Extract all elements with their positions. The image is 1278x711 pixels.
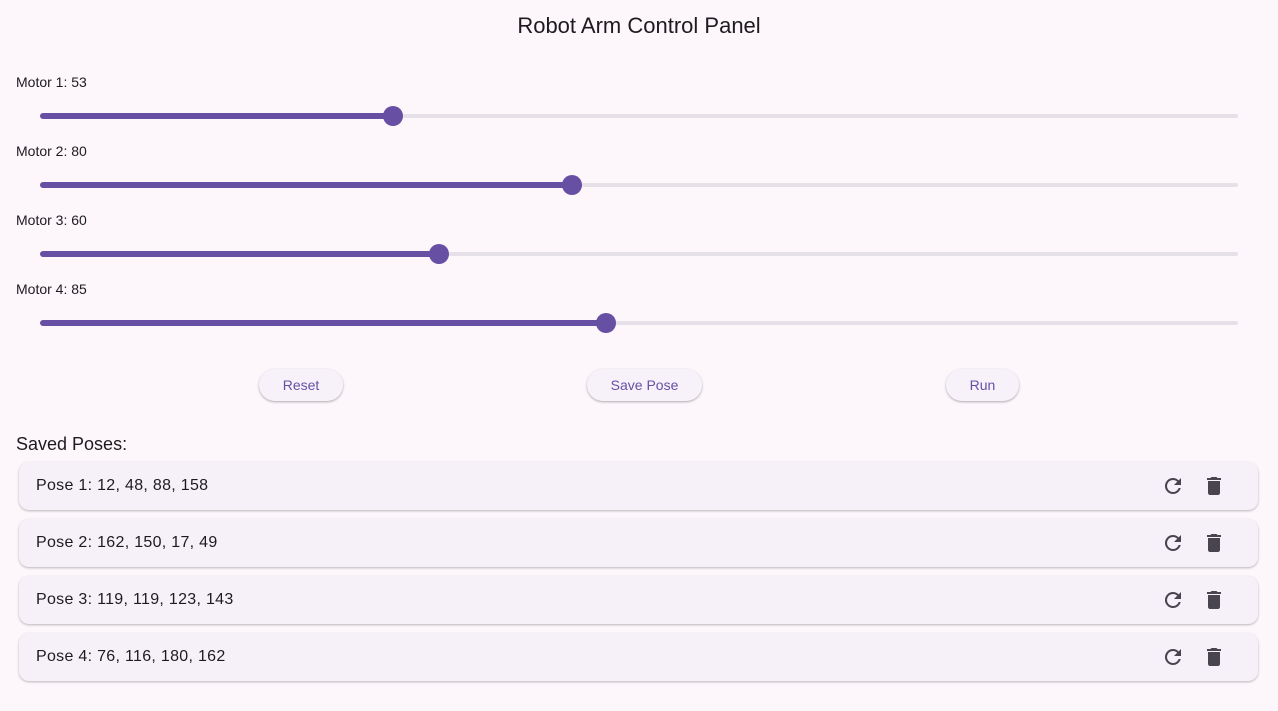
pose-text: Pose 4: 76, 116, 180, 162 <box>36 648 226 665</box>
pose-text: Pose 3: 119, 119, 123, 143 <box>36 591 234 608</box>
slider-active-track <box>40 320 606 326</box>
reset-button[interactable]: Reset <box>259 369 343 401</box>
motor-2-slider[interactable] <box>40 175 1238 195</box>
delete-icon[interactable] <box>1200 586 1228 614</box>
pose-list-item: Pose 2: 162, 150, 17, 49 <box>19 519 1258 567</box>
page-title: Robot Arm Control Panel <box>517 13 761 38</box>
slider-thumb[interactable] <box>429 244 450 264</box>
pose-text: Pose 2: 162, 150, 17, 49 <box>36 534 218 551</box>
robot-arm-app: Robot Arm Control Panel Motor 1: 53 Moto… <box>0 0 1278 711</box>
save-pose-button[interactable]: Save Pose <box>587 369 702 401</box>
slider-thumb[interactable] <box>595 313 616 333</box>
motor-3-label: Motor 3: 60 <box>16 212 87 228</box>
pose-list-item: Pose 4: 76, 116, 180, 162 <box>19 633 1258 681</box>
pose-text: Pose 1: 12, 48, 88, 158 <box>36 477 209 494</box>
run-button[interactable]: Run <box>946 369 1019 401</box>
motor-1-label: Motor 1: 53 <box>16 74 87 90</box>
slider-active-track <box>40 251 440 257</box>
motor-3-slider[interactable] <box>40 244 1238 264</box>
motor-2-label: Motor 2: 80 <box>16 143 87 159</box>
saved-poses-heading: Saved Poses: <box>16 434 128 454</box>
pose-list-item: Pose 1: 12, 48, 88, 158 <box>19 462 1258 510</box>
slider-thumb[interactable] <box>562 175 583 195</box>
delete-icon[interactable] <box>1200 472 1228 500</box>
slider-active-track <box>40 182 573 188</box>
motor-4-slider[interactable] <box>40 313 1238 333</box>
motor-4-label: Motor 4: 85 <box>16 281 87 297</box>
refresh-icon[interactable] <box>1159 643 1187 671</box>
refresh-icon[interactable] <box>1159 529 1187 557</box>
delete-icon[interactable] <box>1200 643 1228 671</box>
refresh-icon[interactable] <box>1159 472 1187 500</box>
pose-list-item: Pose 3: 119, 119, 123, 143 <box>19 576 1258 624</box>
slider-thumb[interactable] <box>382 106 403 126</box>
delete-icon[interactable] <box>1200 529 1228 557</box>
motor-1-slider[interactable] <box>40 106 1238 126</box>
refresh-icon[interactable] <box>1159 586 1187 614</box>
slider-active-track <box>40 113 393 119</box>
